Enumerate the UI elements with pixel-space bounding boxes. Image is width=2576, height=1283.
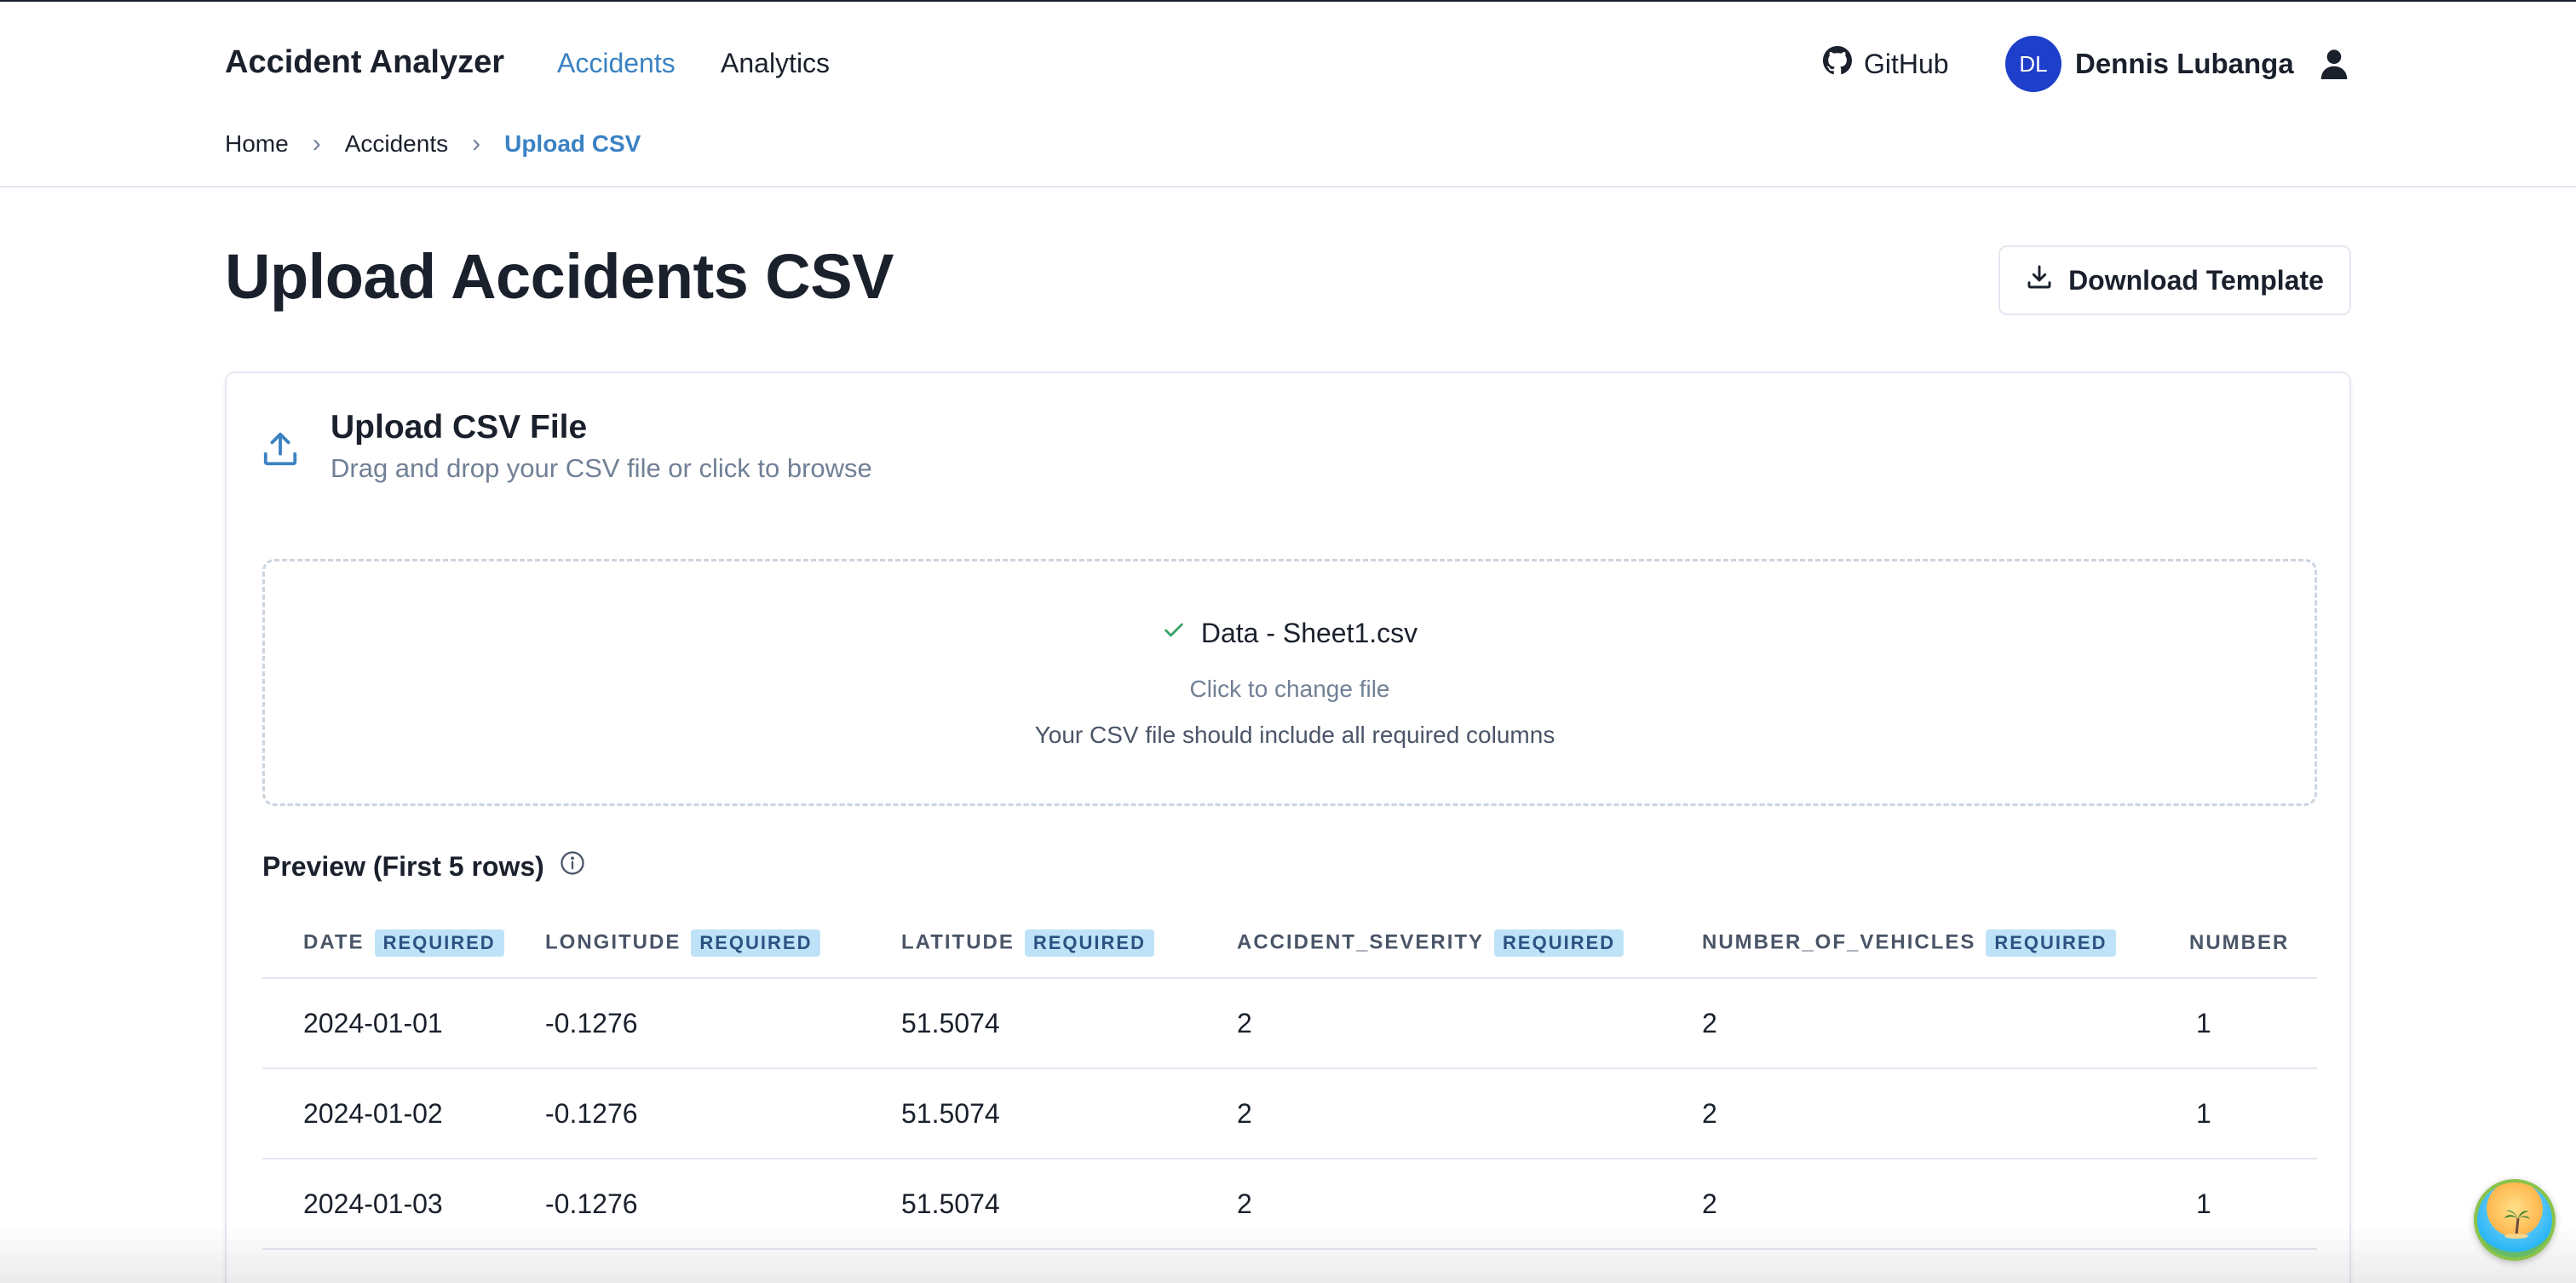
info-icon[interactable] <box>560 850 585 883</box>
app-header: Accident Analyzer Accidents Analytics Gi… <box>0 2 2576 187</box>
column-header-longitude: LONGITUDE REQUIRED <box>545 908 901 979</box>
table-header-row: DATE REQUIRED LONGITUDE REQUIRED LATITUDE R… <box>262 908 2317 979</box>
table-cell: 1 <box>2189 1068 2317 1159</box>
table-cell: 1 <box>2189 978 2317 1069</box>
required-badge: REQUIRED <box>374 929 504 957</box>
card-title: Upload CSV File <box>331 409 588 446</box>
download-template-label: Download Template <box>2068 264 2324 296</box>
user-name: Dennis Lubanga <box>2075 48 2294 79</box>
table-cell: 2 <box>1237 978 1702 1069</box>
table-cell: 51.5074 <box>901 978 1237 1069</box>
preview-table: DATE REQUIRED LONGITUDE REQUIRED LATITUDE R… <box>262 908 2317 1250</box>
github-icon <box>1823 46 1852 82</box>
breadcrumb-separator: › <box>472 129 481 158</box>
upload-card: Upload CSV File Drag and drop your CSV f… <box>225 371 2351 1283</box>
required-badge: REQUIRED <box>1494 929 1624 957</box>
table-cell: 2 <box>1702 1068 2189 1159</box>
file-name: Data - Sheet1.csv <box>1200 618 1418 648</box>
table-cell: -0.1276 <box>545 1159 901 1250</box>
required-badge: REQUIRED <box>1024 929 1154 957</box>
avatar: DL <box>2005 36 2061 92</box>
preview-table-container[interactable]: DATE REQUIRED LONGITUDE REQUIRED LATITUDE R… <box>262 908 2317 1283</box>
column-header-number-of-vehicles: NUMBER_OF_VEHICLES REQUIRED <box>1702 908 2189 979</box>
preview-title: Preview (First 5 rows) <box>262 850 585 883</box>
breadcrumb-separator: › <box>312 129 321 158</box>
github-link[interactable]: GitHub <box>1823 46 1949 82</box>
column-header-accident-severity: ACCIDENT_SEVERITY REQUIRED <box>1237 908 1702 979</box>
table-row: 2024-01-01 -0.1276 51.5074 2 2 1 <box>262 978 2317 1069</box>
breadcrumb-current: Upload CSV <box>504 130 641 157</box>
column-header-number: NUMBER <box>2189 908 2317 979</box>
breadcrumb-home[interactable]: Home <box>225 130 289 158</box>
file-dropzone[interactable]: Data - Sheet1.csv Click to change file Y… <box>262 559 2317 806</box>
table-cell: 2024-01-02 <box>262 1068 545 1159</box>
table-cell: 2024-01-01 <box>262 978 545 1069</box>
upload-icon <box>261 429 300 469</box>
column-header-date: DATE REQUIRED <box>262 908 545 979</box>
preview-title-text: Preview (First 5 rows) <box>262 850 544 882</box>
download-icon <box>2026 263 2053 297</box>
table-cell: 51.5074 <box>901 1068 1237 1159</box>
card-subtitle: Drag and drop your CSV file or click to … <box>331 453 872 483</box>
dropzone-hint: Your CSV file should include all require… <box>1034 722 1555 748</box>
required-badge: REQUIRED <box>1986 929 2116 957</box>
table-cell: 51.5074 <box>901 1159 1237 1250</box>
breadcrumb: Home › Accidents › Upload CSV <box>225 129 641 158</box>
check-icon <box>1162 618 1186 649</box>
change-file-link[interactable]: Click to change file <box>265 676 2314 703</box>
nav-analytics[interactable]: Analytics <box>721 48 830 79</box>
table-cell: -0.1276 <box>545 1068 901 1159</box>
table-row: 2024-01-02 -0.1276 51.5074 2 2 1 <box>262 1068 2317 1159</box>
selected-file: Data - Sheet1.csv <box>265 618 2314 649</box>
breadcrumb-accidents[interactable]: Accidents <box>345 130 448 158</box>
user-icon <box>2308 49 2349 79</box>
column-header-latitude: LATITUDE REQUIRED <box>901 908 1237 979</box>
table-cell: 1 <box>2189 1159 2317 1250</box>
table-cell: 2 <box>1237 1068 1702 1159</box>
page-title: Upload Accidents CSV <box>225 241 894 312</box>
user-menu[interactable]: DL Dennis Lubanga <box>2005 36 2349 92</box>
table-cell: 2 <box>1702 1159 2189 1250</box>
brand-logo[interactable]: Accident Analyzer <box>225 44 504 81</box>
table-cell: 2 <box>1702 978 2189 1069</box>
required-badge: REQUIRED <box>691 929 821 957</box>
table-cell: 2024-01-03 <box>262 1159 545 1250</box>
download-template-button[interactable]: Download Template <box>1998 245 2351 315</box>
nav-accidents[interactable]: Accidents <box>557 48 676 79</box>
table-cell: 2 <box>1237 1159 1702 1250</box>
table-row: 2024-01-03 -0.1276 51.5074 2 2 1 <box>262 1159 2317 1250</box>
table-cell: -0.1276 <box>545 978 901 1069</box>
assistant-floating-button[interactable] <box>2474 1179 2556 1261</box>
github-label: GitHub <box>1864 48 1949 79</box>
